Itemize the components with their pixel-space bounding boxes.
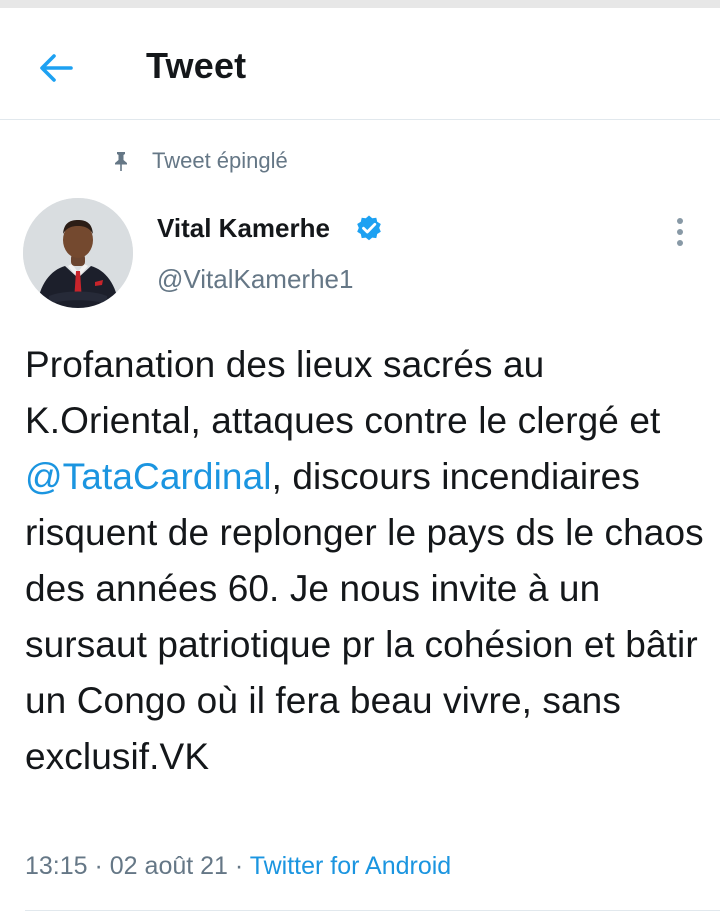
tweet-text-part-2: , discours incendiaires risquent de repl… — [25, 456, 704, 777]
more-dot-icon — [677, 229, 683, 235]
tweet-metadata: 13:15 · 02 août 21 · Twitter for Android — [25, 852, 451, 882]
tweet-source-link[interactable]: Twitter for Android — [250, 852, 451, 880]
pin-icon — [115, 152, 127, 171]
tweet-text-part-1: Profanation des lieux sacrés au K.Orient… — [25, 344, 661, 441]
author-name[interactable]: Vital Kamerhe — [157, 213, 330, 244]
tweet-text: Profanation des lieux sacrés au K.Orient… — [25, 337, 705, 785]
avatar[interactable] — [23, 198, 133, 308]
top-app-bar: Tweet — [0, 8, 720, 120]
pinned-label: Tweet épinglé — [152, 148, 288, 173]
more-options-button[interactable] — [664, 214, 696, 250]
back-arrow-icon — [40, 54, 73, 82]
verified-badge-icon — [357, 215, 381, 241]
more-dot-icon — [677, 240, 683, 246]
pinned-indicator: Tweet épinglé — [110, 146, 288, 176]
status-bar — [0, 0, 720, 8]
meta-separator: · — [87, 852, 110, 880]
avatar-photo — [23, 198, 133, 308]
meta-separator: · — [227, 852, 250, 880]
divider — [25, 910, 720, 911]
tweet-date: 02 août 21 — [109, 852, 228, 880]
more-dot-icon — [677, 218, 683, 224]
author-handle[interactable]: @VitalKamerhe1 — [157, 264, 353, 295]
tweet-time: 13:15 — [25, 852, 88, 880]
back-button[interactable] — [28, 44, 84, 92]
page-title: Tweet — [146, 45, 247, 86]
mention-link[interactable]: @TataCardinal — [25, 456, 272, 497]
